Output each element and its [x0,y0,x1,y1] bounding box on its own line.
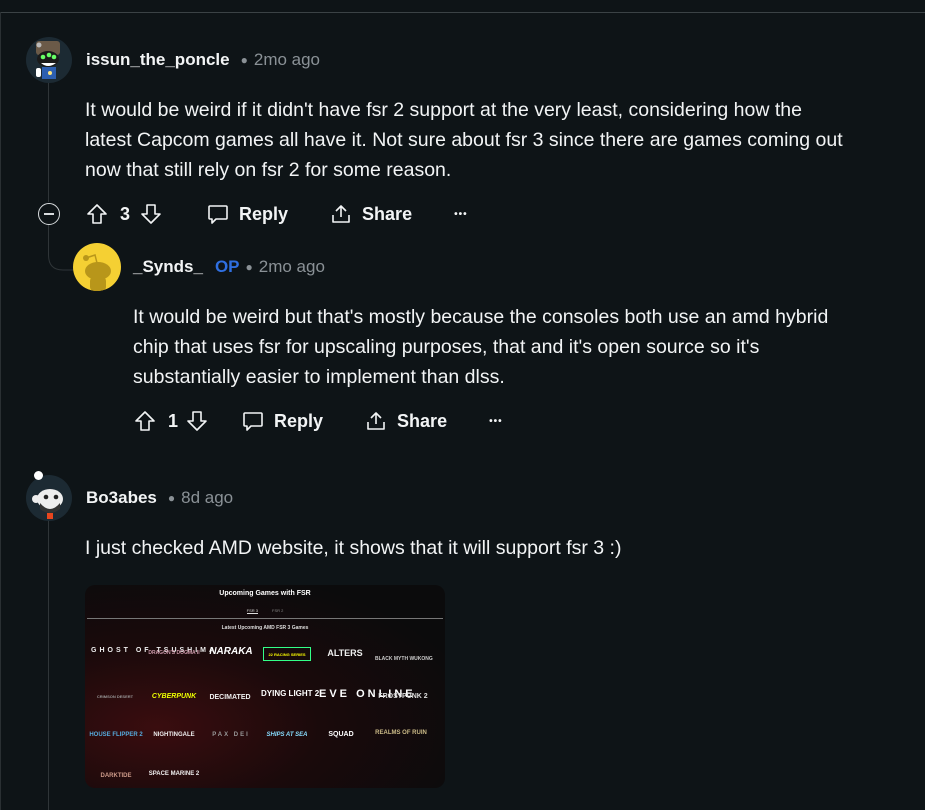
downvote-button[interactable] [140,203,162,225]
avatar-snoo-icon [36,41,60,79]
comment-bubble-icon [208,205,228,224]
separator-dot: ● [240,53,248,67]
share-label: Share [397,410,448,431]
comment-timestamp[interactable]: 2mo ago [254,50,320,70]
comment-body: I just checked AMD website, it shows tha… [85,533,621,563]
game-logo: SHIPS AT SEA [266,732,308,738]
game-logo: SQUAD [328,731,354,738]
game-logo: 22 RACING SERIES [263,647,311,661]
game-logo: CRIMSON DESERT [96,694,134,699]
antenna-icon [34,471,43,480]
comment-line: now that still rely on fsr 2 for some re… [85,159,452,181]
upvote-button[interactable] [134,410,156,432]
comment-line: It would be weird if it didn't have fsr … [85,99,802,121]
image-divider [87,618,443,619]
comment-line: latest Capcom games all have it. Not sur… [85,129,843,151]
downvote-button[interactable] [186,410,208,432]
op-badge: OP [214,257,240,276]
image-tabs: FSR 3 FSR 2 [85,608,445,614]
share-icon [367,412,385,430]
image-title: Upcoming Games with FSR [219,590,311,597]
vote-count: 3 [120,203,131,224]
avatar-snoo-icon [32,489,63,519]
game-logo: NIGHTINGALE [153,732,195,738]
image-subtitle: Latest Upcoming AMD FSR 3 Games [221,625,309,631]
reply-button[interactable]: Reply [242,410,323,432]
game-logo: ALTERS [327,648,363,658]
panel-top-border [0,12,925,13]
more-options-button[interactable]: ••• [454,209,468,220]
reply-label: Reply [239,203,289,224]
separator-dot: ● [245,260,253,274]
share-icon [332,205,350,223]
avatar-snoo-icon [83,254,111,291]
game-logo: SPACE MARINE 2 [148,771,200,777]
comment-line: substantially easier to implement than d… [133,366,505,388]
minus-icon [44,213,54,215]
game-logo: FROSTPUNK 2 [378,693,428,700]
game-logo: DECIMATED [209,694,251,701]
thread-line[interactable] [48,82,49,202]
game-logo: PAX DEI [212,732,250,738]
game-logo: DRAGON'S DOGMA II [148,650,200,656]
reply-button[interactable]: Reply [207,203,288,225]
thread-line[interactable] [48,520,49,810]
downvote-icon [141,204,161,224]
comment-line: chip that uses fsr for upscaling purpose… [133,336,760,358]
image-tab: FSR 3 [246,608,258,614]
more-options-button[interactable]: ••• [489,416,503,427]
separator-dot: ● [167,491,176,505]
panel-left-border [0,12,1,810]
game-logo: REALMS OF RUIN [375,730,427,736]
comment-line: It would be weird but that's mostly beca… [133,306,829,328]
avatar[interactable] [26,37,72,83]
attached-image[interactable]: Upcoming Games with FSR FSR 3 FSR 2 Late… [85,585,445,788]
avatar[interactable] [26,475,72,521]
comment-author[interactable]: _Synds_ [133,257,203,277]
share-label: Share [362,203,413,224]
share-button[interactable]: Share [330,203,412,225]
collapse-thread-button[interactable] [38,203,60,225]
upvote-icon [135,411,155,431]
vote-count: 1 [168,410,179,431]
game-logo: HOUSE FLIPPER 2 [89,732,143,738]
comment-line: I just checked AMD website, it shows tha… [85,537,622,559]
image-tab: FSR 2 [272,608,284,613]
downvote-icon [187,411,207,431]
game-logo: GHOST OF TSUSHIMA [91,647,218,654]
avatar[interactable] [73,243,121,291]
game-logo: NARAKA [209,646,253,657]
reply-label: Reply [274,410,324,431]
game-logo: DARKTIDE [100,773,132,779]
comment-timestamp[interactable]: 8d ago [181,488,233,508]
comment-author[interactable]: Bo3abes [86,488,157,508]
game-logo: DYING LIGHT 2 [261,689,320,698]
share-button[interactable]: Share [365,410,447,432]
comment-body: It would be weird but that's mostly beca… [133,302,828,392]
comment-timestamp[interactable]: 2mo ago [259,257,325,277]
comment-bubble-icon [243,412,263,431]
upvote-icon [87,204,107,224]
comment-author[interactable]: issun_the_poncle [86,50,230,70]
game-logo: CYBERPUNK [151,693,197,700]
comment-body: It would be weird if it didn't have fsr … [85,95,843,185]
game-logo: EVE ONLINE [319,688,416,700]
upvote-button[interactable] [86,203,108,225]
game-logo: BLACK MYTH WUKONG [375,656,433,662]
